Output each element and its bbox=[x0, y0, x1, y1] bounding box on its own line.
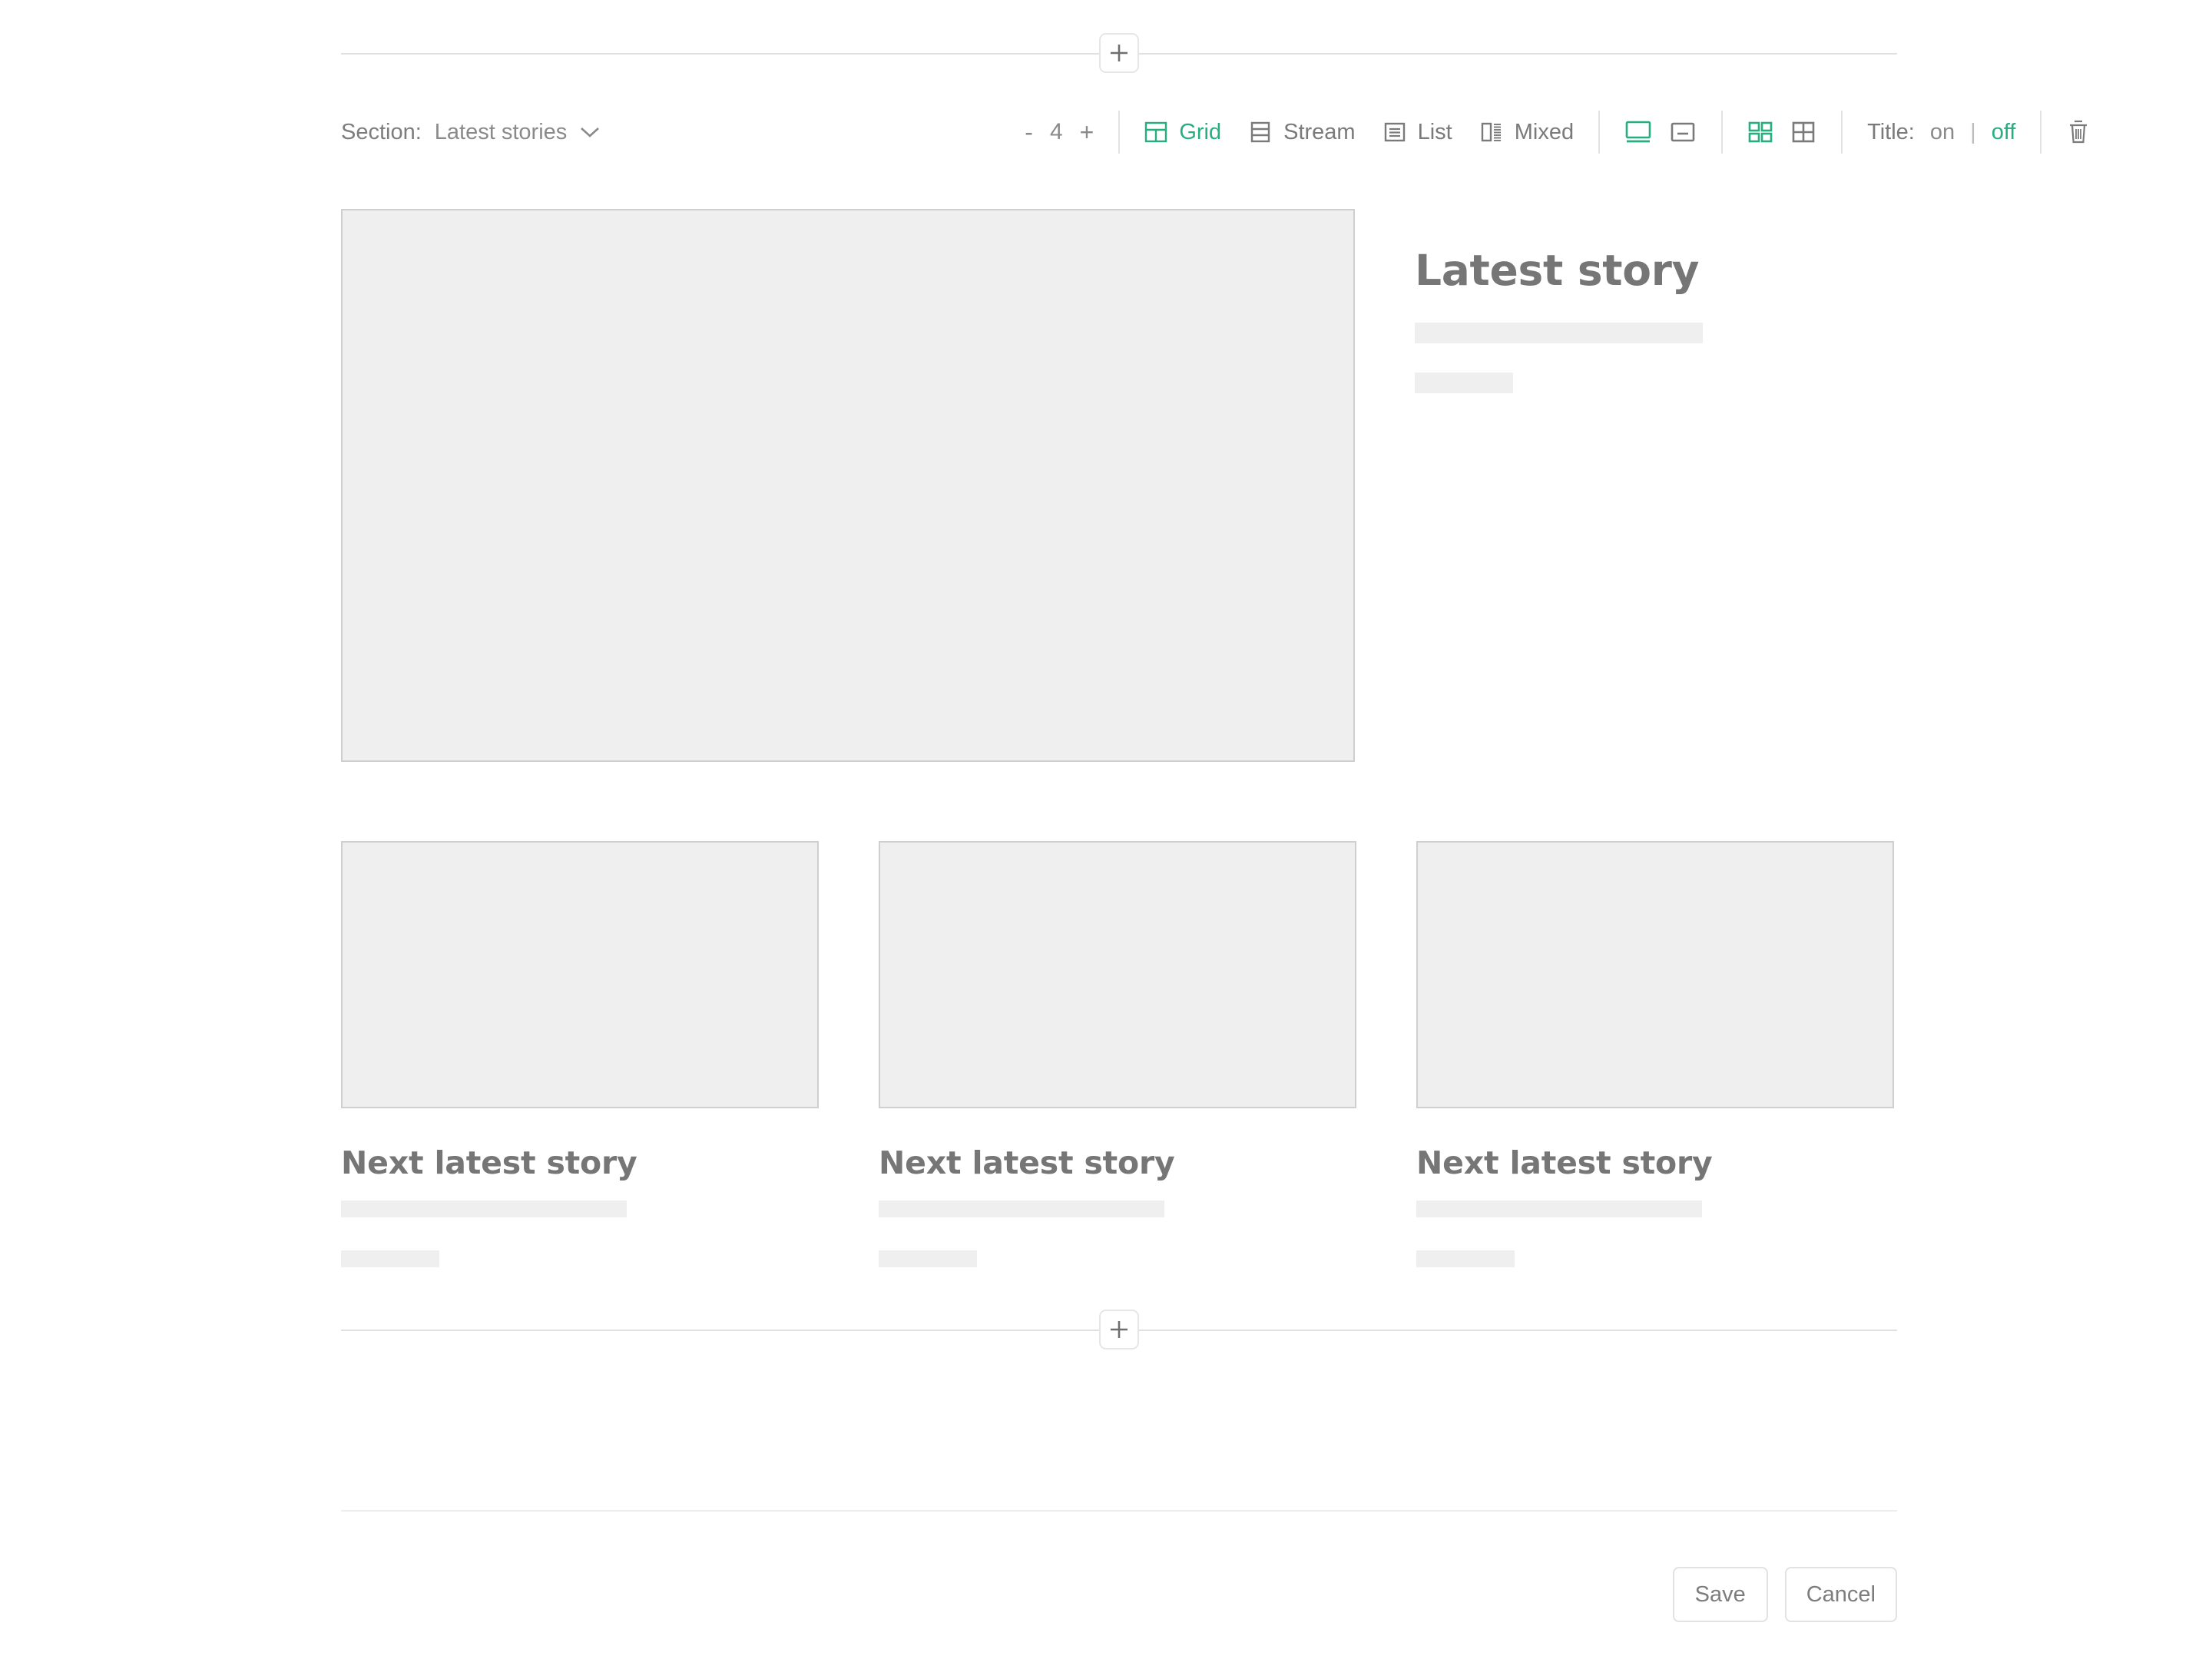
full-width-icon bbox=[1625, 121, 1651, 143]
section-selector-group: Section: Latest stories bbox=[341, 120, 601, 145]
section-layout-editor: Section: Latest stories - 4 + Grid Strea… bbox=[0, 0, 2212, 1669]
add-section-divider-top bbox=[341, 33, 1897, 73]
card-image-placeholder[interactable] bbox=[1416, 841, 1894, 1108]
hero-excerpt-placeholder bbox=[1415, 322, 1703, 343]
increment-button[interactable]: + bbox=[1080, 120, 1094, 144]
story-card[interactable]: Next latest story bbox=[879, 841, 1356, 1268]
section-dropdown[interactable]: Latest stories bbox=[435, 120, 601, 145]
boxed-width-icon bbox=[1671, 122, 1695, 142]
card-meta-placeholder bbox=[341, 1250, 439, 1268]
plus-icon bbox=[1111, 1321, 1128, 1338]
toolbar-separator bbox=[2040, 111, 2042, 154]
separated-tiles-icon bbox=[1748, 121, 1773, 143]
story-card[interactable]: Next latest story bbox=[1416, 841, 1894, 1268]
footer-divider bbox=[341, 1510, 1897, 1512]
layout-mode-list[interactable]: List bbox=[1383, 120, 1452, 145]
card-title: Next latest story bbox=[1416, 1144, 1713, 1181]
footer-actions: Save Cancel bbox=[341, 1567, 1897, 1622]
layout-mode-mixed-label: Mixed bbox=[1514, 119, 1575, 144]
story-card[interactable]: Next latest story bbox=[341, 841, 819, 1268]
card-excerpt-placeholder bbox=[1416, 1200, 1702, 1218]
stream-layout-icon bbox=[1250, 121, 1270, 143]
title-toggle-off[interactable]: off bbox=[1992, 120, 2016, 145]
count-value: 4 bbox=[1049, 119, 1063, 144]
toolbar-separator bbox=[1841, 111, 1843, 154]
list-layout-icon bbox=[1384, 122, 1405, 142]
item-count-stepper: - 4 + bbox=[1025, 119, 1094, 145]
width-toggle-group bbox=[1624, 120, 1697, 144]
title-toggle-label: Title: bbox=[1867, 119, 1915, 144]
story-card-row: Next latest story Next latest story Next… bbox=[341, 841, 1897, 1268]
decrement-button[interactable]: - bbox=[1025, 120, 1033, 144]
hero-text-block: Latest story bbox=[1415, 209, 1897, 393]
toolbar-separator bbox=[1598, 111, 1601, 154]
mixed-layout-icon bbox=[1481, 122, 1501, 142]
section-dropdown-value: Latest stories bbox=[434, 119, 568, 144]
card-title: Next latest story bbox=[879, 1144, 1175, 1181]
card-image-placeholder[interactable] bbox=[879, 841, 1356, 1108]
hero-meta-placeholder bbox=[1415, 372, 1513, 393]
section-preview: Latest story Next latest story Next late… bbox=[341, 209, 1897, 1268]
hero-story[interactable]: Latest story bbox=[341, 209, 1897, 762]
section-label: Section: bbox=[341, 119, 422, 144]
title-toggle-separator: | bbox=[1970, 119, 1976, 144]
cancel-button[interactable]: Cancel bbox=[1784, 1567, 1897, 1622]
trash-icon bbox=[2070, 120, 2088, 144]
separated-tiles-button[interactable] bbox=[1747, 120, 1773, 144]
hero-image-placeholder[interactable] bbox=[341, 209, 1355, 762]
card-meta-placeholder bbox=[1416, 1250, 1515, 1268]
card-meta-placeholder bbox=[879, 1250, 977, 1268]
title-visibility-toggle: Title: on | off bbox=[1867, 120, 2015, 145]
layout-mode-stream[interactable]: Stream bbox=[1249, 119, 1356, 145]
card-excerpt-placeholder bbox=[341, 1200, 627, 1218]
boxed-width-button[interactable] bbox=[1669, 120, 1697, 144]
density-toggle-group bbox=[1747, 120, 1816, 144]
card-excerpt-placeholder bbox=[879, 1200, 1164, 1218]
card-image-placeholder[interactable] bbox=[341, 841, 819, 1108]
card-title: Next latest story bbox=[341, 1144, 637, 1181]
title-toggle-on[interactable]: on bbox=[1930, 120, 1955, 145]
save-button[interactable]: Save bbox=[1672, 1567, 1768, 1622]
toolbar-separator bbox=[1721, 111, 1724, 154]
layout-mode-list-label: List bbox=[1417, 119, 1452, 144]
plus-icon bbox=[1111, 45, 1128, 61]
add-section-button-bottom[interactable] bbox=[1099, 1310, 1139, 1349]
joined-tiles-icon bbox=[1792, 121, 1815, 143]
chevron-down-icon bbox=[581, 127, 600, 137]
layout-mode-grid[interactable]: Grid bbox=[1144, 120, 1221, 145]
grid-layout-icon bbox=[1145, 121, 1167, 143]
full-width-button[interactable] bbox=[1624, 120, 1652, 144]
layout-mode-group: Grid Stream List Mixed bbox=[1144, 120, 1574, 145]
hero-title: Latest story bbox=[1415, 246, 1700, 295]
layout-mode-mixed[interactable]: Mixed bbox=[1480, 120, 1574, 145]
add-section-button-top[interactable] bbox=[1099, 33, 1139, 73]
section-toolbar: Section: Latest stories - 4 + Grid Strea… bbox=[341, 108, 2088, 157]
delete-section-button[interactable] bbox=[2066, 118, 2091, 146]
layout-mode-stream-label: Stream bbox=[1283, 119, 1356, 144]
toolbar-separator bbox=[1118, 111, 1121, 154]
layout-mode-grid-label: Grid bbox=[1179, 119, 1222, 144]
joined-tiles-button[interactable] bbox=[1790, 120, 1816, 144]
add-section-divider-bottom bbox=[341, 1310, 1897, 1349]
